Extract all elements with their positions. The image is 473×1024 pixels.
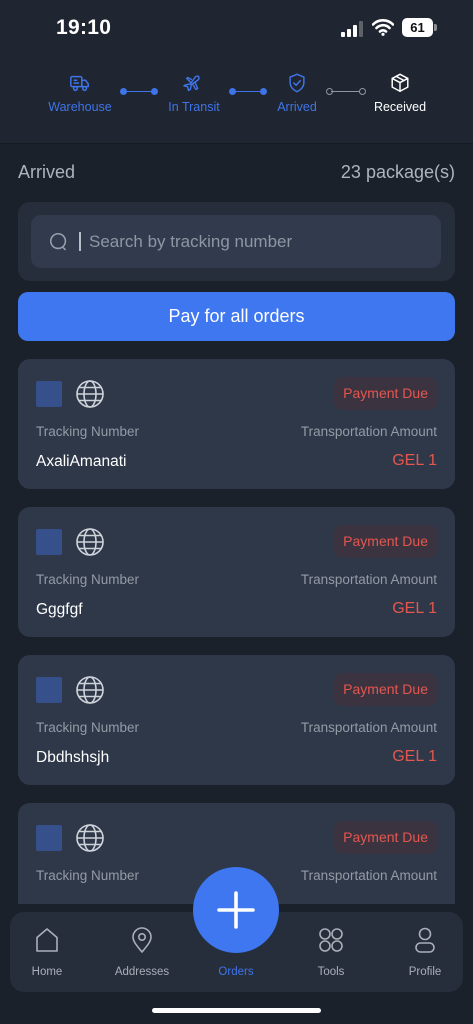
step-label: Warehouse [48, 100, 112, 114]
tracking-number-value: Gggfgf [36, 601, 83, 618]
step-connector [229, 88, 267, 95]
tab-label: Profile [408, 966, 442, 978]
step-arrived[interactable]: Arrived [270, 72, 324, 114]
battery-indicator: 61 [402, 18, 437, 37]
step-in-transit[interactable]: In Transit [160, 72, 228, 114]
section-header: Arrived 23 package(s) [18, 162, 455, 186]
battery-level: 61 [402, 18, 433, 37]
select-checkbox[interactable] [36, 381, 62, 407]
step-label: Arrived [277, 100, 317, 114]
step-warehouse[interactable]: Warehouse [44, 72, 116, 114]
search-box[interactable] [31, 215, 441, 268]
shield-check-icon [289, 73, 305, 93]
step-label: Received [373, 100, 427, 114]
transportation-amount-label: Transportation Amount [300, 572, 437, 587]
step-label: In Transit [168, 100, 220, 114]
select-checkbox[interactable] [36, 529, 62, 555]
globe-icon [76, 528, 104, 556]
status-badge: Payment Due [334, 673, 437, 706]
transportation-amount-value: GEL 1 [392, 748, 437, 765]
tracking-number-value: AxaliAmanati [36, 453, 127, 470]
step-connector [326, 88, 366, 95]
status-bar: 19:10 61 [0, 0, 473, 56]
search-panel [18, 202, 455, 281]
tab-tools[interactable]: Tools [291, 912, 371, 992]
truck-icon [70, 75, 89, 92]
pay-all-orders-button[interactable]: Pay for all orders [18, 292, 455, 341]
battery-nub [434, 24, 437, 31]
globe-icon [76, 824, 104, 852]
status-badge: Payment Due [334, 377, 437, 410]
orders-list: Payment Due Tracking Number Transportati… [18, 359, 455, 904]
transportation-amount-value: GEL 1 [392, 600, 437, 617]
select-checkbox[interactable] [36, 677, 62, 703]
transportation-amount-value: GEL 1 [392, 452, 437, 469]
tracking-number-label: Tracking Number [36, 868, 140, 883]
status-time: 19:10 [56, 16, 112, 39]
text-cursor [79, 232, 81, 251]
shipment-status-stepper: Warehouse In Transit Arrived Received [0, 56, 473, 144]
plus-icon [217, 891, 255, 929]
transportation-amount-label: Transportation Amount [300, 868, 437, 883]
search-icon [49, 232, 67, 251]
tab-label: Tools [317, 966, 345, 978]
status-badge: Payment Due [334, 821, 437, 854]
globe-icon [76, 380, 104, 408]
cellular-signal-icon [341, 21, 363, 37]
order-card[interactable]: Payment Due Tracking Number Transportati… [18, 359, 455, 489]
step-connector [120, 88, 158, 95]
order-card[interactable]: Payment Due Tracking Number Transportati… [18, 655, 455, 785]
section-title: Arrived [18, 162, 76, 182]
status-badge: Payment Due [334, 525, 437, 558]
tracking-number-label: Tracking Number [36, 720, 140, 735]
search-input[interactable] [89, 215, 429, 268]
box-icon [391, 73, 409, 92]
tab-profile[interactable]: Profile [385, 912, 465, 992]
tab-home[interactable]: Home [7, 912, 87, 992]
grid-icon [319, 928, 343, 952]
airplane-icon [183, 75, 200, 92]
tab-addresses[interactable]: Addresses [102, 912, 182, 992]
wifi-icon [372, 19, 394, 36]
location-pin-icon [132, 927, 152, 953]
home-indicator [152, 1008, 321, 1013]
select-checkbox[interactable] [36, 825, 62, 851]
step-received[interactable]: Received [368, 72, 432, 114]
tab-label: Addresses [114, 966, 170, 978]
tracking-number-label: Tracking Number [36, 572, 140, 587]
tab-label: Orders [218, 966, 254, 978]
tracking-number-label: Tracking Number [36, 424, 140, 439]
tab-label: Home [31, 966, 63, 978]
profile-icon [415, 927, 435, 953]
package-count: 23 package(s) [340, 162, 455, 182]
tracking-number-value: Dbdhshsjh [36, 749, 110, 766]
transportation-amount-label: Transportation Amount [300, 424, 437, 439]
globe-icon [76, 676, 104, 704]
order-card[interactable]: Payment Due Tracking Number Transportati… [18, 507, 455, 637]
home-icon [36, 928, 58, 952]
transportation-amount-label: Transportation Amount [300, 720, 437, 735]
add-order-button[interactable] [193, 867, 279, 953]
